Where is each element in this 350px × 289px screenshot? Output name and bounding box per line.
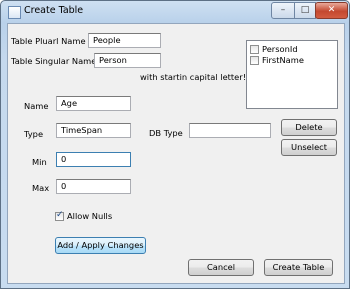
table-singular-name-input[interactable]: Person — [94, 53, 161, 68]
create-table-button[interactable]: Create Table — [264, 259, 333, 276]
name-input[interactable]: Age — [56, 96, 131, 111]
dialog-window: Create Table – □ ✕ Table Pluarl Name Peo… — [0, 0, 350, 289]
checkbox[interactable] — [250, 45, 259, 54]
minimize-button[interactable]: – — [271, 2, 295, 19]
db-type-input[interactable] — [189, 123, 271, 138]
table-singular-name-label: Table Singular Name — [11, 56, 97, 66]
delete-button[interactable]: Delete — [281, 119, 337, 136]
window-title: Create Table — [24, 5, 84, 16]
type-label: Type — [24, 129, 44, 139]
columns-listbox[interactable]: PersonId FirstName — [246, 40, 338, 109]
unselect-button[interactable]: Unselect — [281, 139, 337, 156]
dialog-content: Table Pluarl Name People Table Singular … — [7, 23, 345, 284]
add-apply-changes-button[interactable]: Add / Apply Changes — [55, 237, 146, 254]
min-label: Min — [32, 157, 47, 167]
window-icon — [8, 6, 21, 19]
name-label: Name — [24, 101, 49, 111]
close-button[interactable]: ✕ — [315, 2, 348, 19]
list-item[interactable]: PersonId — [250, 44, 298, 55]
max-input[interactable]: 0 — [56, 179, 131, 194]
cancel-button[interactable]: Cancel — [188, 259, 254, 276]
min-input[interactable]: 0 — [56, 152, 131, 167]
title-bar[interactable]: Create Table – □ ✕ — [1, 1, 349, 23]
max-label: Max — [32, 183, 50, 193]
table-plural-name-input[interactable]: People — [88, 33, 161, 48]
maximize-button[interactable]: □ — [294, 2, 316, 19]
allow-nulls-label: Allow Nulls — [67, 211, 113, 221]
db-type-label: DB Type — [149, 128, 183, 138]
capital-letter-hint: with startin capital letter! :D — [140, 72, 258, 82]
list-item[interactable]: FirstName — [250, 55, 304, 66]
list-item-label: PersonId — [262, 44, 298, 54]
type-input[interactable]: TimeSpan — [56, 123, 131, 138]
checkbox[interactable] — [250, 56, 259, 65]
table-plural-name-label: Table Pluarl Name — [11, 36, 86, 46]
list-item-label: FirstName — [262, 55, 304, 65]
allow-nulls-checkbox-box[interactable] — [55, 210, 64, 221]
allow-nulls-checkbox[interactable]: Allow Nulls — [55, 210, 113, 221]
